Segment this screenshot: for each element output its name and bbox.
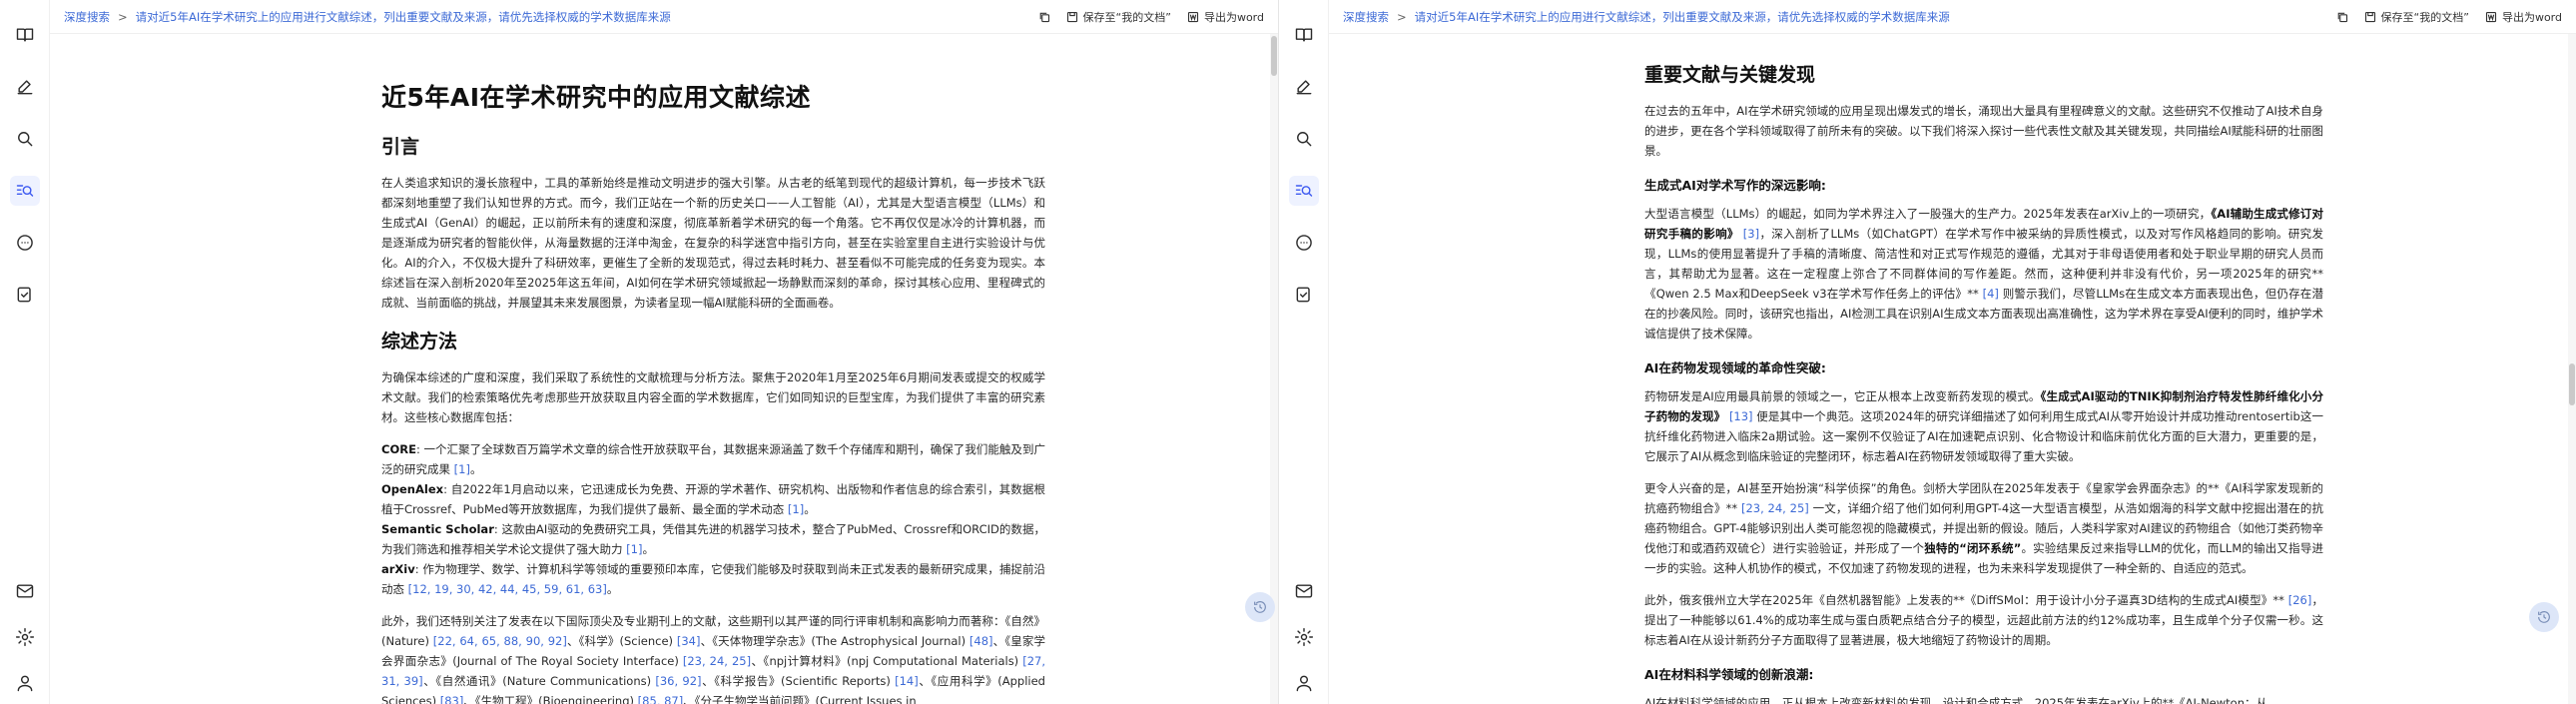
mail-icon[interactable] [1289, 576, 1319, 606]
section-drug-paragraph-1: 药物研发是AI应用最具前景的领域之一，它正从根本上改变新药发现的模式。《生成式A… [1644, 389, 2323, 463]
copy-button[interactable] [1038, 11, 1050, 23]
citation[interactable]: [26] [2288, 593, 2312, 607]
user-icon[interactable] [1289, 668, 1319, 698]
word-icon [2485, 11, 2497, 22]
right-window: 深度搜索 > 请对近5年AI在学术研究上的应用进行文献综述，列出重要文献及来源，… [1278, 0, 2576, 704]
citation[interactable]: [1] [788, 502, 804, 516]
user-icon[interactable] [10, 668, 40, 698]
citation[interactable]: [23, 24, 25] [683, 654, 751, 668]
scroll-thumb[interactable] [2569, 363, 2575, 405]
doc-title: 近5年AI在学术研究中的应用文献综述 [381, 83, 812, 112]
citation[interactable]: [3] [1743, 227, 1759, 241]
citation[interactable]: [23, 24, 25] [1741, 501, 1809, 515]
toolbar: 保存至“我的文档” 导出为word [1038, 9, 1264, 25]
citation[interactable]: [83] [440, 694, 464, 704]
copy-icon [2337, 12, 2347, 22]
history-button[interactable] [2529, 602, 2559, 632]
breadcrumb-separator: > [1397, 9, 1407, 24]
journals-paragraph: 此外，我们还特别关注了发表在以下国际顶尖及专业期刊上的文献，这些期刊以其严谨的同… [381, 611, 1045, 704]
task-icon[interactable] [10, 280, 40, 310]
topbar: 深度搜索 > 请对近5年AI在学术研究上的应用进行文献综述，列出重要文献及来源，… [50, 0, 1278, 34]
task-icon[interactable] [1289, 280, 1319, 310]
copy-icon [1039, 12, 1049, 22]
pen-icon[interactable] [1289, 72, 1319, 102]
pen-icon[interactable] [10, 72, 40, 102]
save-icon [1066, 11, 1077, 22]
citation[interactable]: [13] [1729, 409, 1753, 423]
findings-lead: 在过去的五年中，AI在学术研究领域的应用呈现出爆发式的增长，涌现出大量具有里程碑… [1644, 104, 2323, 158]
source-core: CORE: 一个汇聚了全球数百万篇学术文章的综合性开放获取平台，其数据来源涵盖了… [381, 442, 1045, 476]
chat-icon[interactable] [10, 228, 40, 258]
search-icon[interactable] [10, 124, 40, 154]
deep-search-icon[interactable] [9, 176, 40, 206]
citation[interactable]: [48] [969, 634, 993, 648]
breadcrumb-root[interactable]: 深度搜索 [64, 9, 110, 25]
book-icon[interactable] [10, 20, 40, 50]
section-drug-paragraph-2: 更令人兴奋的是，AI甚至开始扮演“科学侦探”的角色。剑桥大学团队在2025年发表… [1644, 481, 2323, 575]
citation[interactable]: [1] [454, 462, 470, 476]
document-right: 重要文献与关键发现 在过去的五年中，AI在学术研究领域的应用呈现出爆发式的增长，… [1644, 34, 2323, 704]
deep-search-icon[interactable] [1288, 176, 1319, 206]
section-materials-paragraph: AI在材料科学领域的应用，正从根本上改变新材料的发现、设计和合成方式。2025年… [1644, 696, 2267, 704]
section-drug-paragraph-3: 此外，俄亥俄州立大学在2025年《自然机器智能》上发表的**《DiffSMol：… [1644, 593, 2323, 647]
main-area: 深度搜索 > 请对近5年AI在学术研究上的应用进行文献综述，列出重要文献及来源，… [1329, 0, 2576, 704]
mail-icon[interactable] [10, 576, 40, 606]
citation[interactable]: [1] [626, 542, 642, 556]
citation[interactable]: [85, 87] [638, 694, 684, 704]
citation[interactable]: [34] [677, 634, 701, 648]
scroll-thumb[interactable] [1271, 36, 1277, 76]
method-heading: 综述方法 [381, 331, 458, 352]
copy-button[interactable] [2336, 11, 2348, 23]
source-arxiv: arXiv: 作为物理学、数学、计算机科学等领域的重要预印本库，它使我们能够及时… [381, 562, 1045, 596]
export-word-button[interactable]: 导出为word [1187, 9, 1264, 25]
section-materials-heading: AI在材料科学领域的创新浪潮: [1644, 667, 1814, 682]
history-icon [2538, 611, 2550, 623]
book-icon[interactable] [1289, 20, 1319, 50]
intro-heading: 引言 [381, 136, 420, 158]
save-icon [2364, 11, 2375, 22]
scrollbar[interactable] [2568, 34, 2576, 704]
history-icon [1254, 601, 1266, 613]
export-word-button[interactable]: 导出为word [2485, 9, 2562, 25]
main-area: 深度搜索 > 请对近5年AI在学术研究上的应用进行文献综述，列出重要文献及来源，… [50, 0, 1278, 704]
citation[interactable]: [12, 19, 30, 42, 44, 45, 59, 61, 63] [408, 582, 607, 596]
screen: 深度搜索 > 请对近5年AI在学术研究上的应用进行文献综述，列出重要文献及来源，… [0, 0, 2576, 704]
document-left: 近5年AI在学术研究中的应用文献综述 引言 在人类追求知识的漫长旅程中，工具的革… [381, 34, 1045, 704]
save-to-docs-button[interactable]: 保存至“我的文档” [1066, 9, 1171, 25]
source-semantic-scholar: Semantic Scholar: 这款由AI驱动的免费研究工具，凭借其先进的机… [381, 522, 1045, 556]
search-icon[interactable] [1289, 124, 1319, 154]
findings-heading: 重要文献与关键发现 [1644, 64, 1816, 86]
breadcrumb: 深度搜索 > 请对近5年AI在学术研究上的应用进行文献综述，列出重要文献及来源，… [1343, 9, 1950, 25]
citation[interactable]: [14] [895, 674, 919, 688]
gear-icon[interactable] [10, 622, 40, 652]
intro-paragraph: 在人类追求知识的漫长旅程中，工具的革新始终是推动文明进步的强大引擎。从古老的纸笔… [381, 176, 1045, 310]
breadcrumb-separator: > [118, 9, 128, 24]
chat-icon[interactable] [1289, 228, 1319, 258]
left-window: 深度搜索 > 请对近5年AI在学术研究上的应用进行文献综述，列出重要文献及来源，… [0, 0, 1278, 704]
sidebar [1279, 0, 1329, 704]
citation[interactable]: [4] [1983, 287, 1999, 301]
sidebar [0, 0, 50, 704]
topbar: 深度搜索 > 请对近5年AI在学术研究上的应用进行文献综述，列出重要文献及来源，… [1329, 0, 2576, 34]
method-paragraph: 为确保本综述的广度和深度，我们采取了系统性的文献梳理与分析方法。聚焦于2020年… [381, 370, 1045, 424]
citation[interactable]: [36, 92] [655, 674, 701, 688]
save-to-docs-button[interactable]: 保存至“我的文档” [2364, 9, 2469, 25]
breadcrumb-root[interactable]: 深度搜索 [1343, 9, 1389, 25]
source-openalex: OpenAlex: 自2022年1月启动以来，它迅速成长为免费、开源的学术著作、… [381, 482, 1045, 516]
toolbar: 保存至“我的文档” 导出为word [2336, 9, 2562, 25]
section-writing-paragraph: 大型语言模型（LLMs）的崛起，如同为学术界注入了一股强大的生产力。2025年发… [1644, 207, 2323, 341]
breadcrumb-current[interactable]: 请对近5年AI在学术研究上的应用进行文献综述，列出重要文献及来源，请优先选择权威… [1415, 9, 1950, 25]
gear-icon[interactable] [1289, 622, 1319, 652]
section-writing-heading: 生成式AI对学术写作的深远影响: [1644, 178, 1826, 193]
section-drug-heading: AI在药物发现领域的革命性突破: [1644, 360, 1826, 375]
citation[interactable]: [22, 64, 65, 88, 90, 92] [433, 634, 567, 648]
history-button[interactable] [1245, 592, 1275, 622]
word-icon [1187, 11, 1199, 22]
breadcrumb-current[interactable]: 请对近5年AI在学术研究上的应用进行文献综述，列出重要文献及来源，请优先选择权威… [136, 9, 671, 25]
breadcrumb: 深度搜索 > 请对近5年AI在学术研究上的应用进行文献综述，列出重要文献及来源，… [64, 9, 671, 25]
